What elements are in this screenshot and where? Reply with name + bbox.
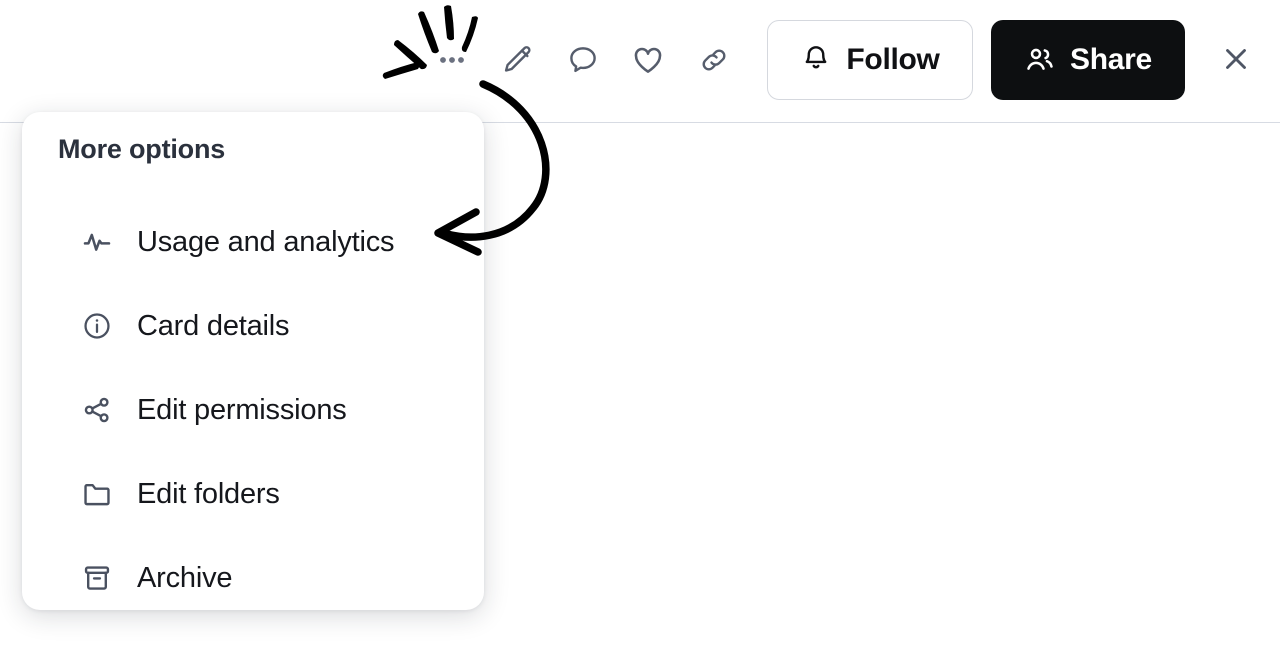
close-button[interactable] — [1213, 37, 1259, 83]
people-icon — [1024, 43, 1056, 78]
edit-icon — [501, 43, 535, 77]
share-button-label: Share — [1070, 43, 1152, 76]
follow-button[interactable]: Follow — [767, 20, 973, 100]
like-icon — [631, 43, 665, 77]
menu-item-label: Card details — [137, 309, 290, 342]
comment-button[interactable] — [560, 37, 606, 83]
more-options-button[interactable] — [429, 37, 475, 83]
menu-item-list: Usage and analytics Card details Edit pe… — [22, 200, 484, 610]
archive-box-icon — [80, 561, 114, 595]
top-toolbar: Follow Share — [0, 0, 1280, 123]
menu-item-archive[interactable]: Archive — [22, 536, 484, 610]
like-button[interactable] — [625, 37, 671, 83]
copy-link-button[interactable] — [691, 37, 737, 83]
edit-button[interactable] — [495, 37, 541, 83]
activity-pulse-icon — [80, 225, 114, 259]
more-options-menu: More options Usage and analytics Card de… — [22, 112, 484, 610]
bell-icon — [800, 43, 832, 78]
share-button[interactable]: Share — [991, 20, 1185, 100]
menu-item-edit-folders[interactable]: Edit folders — [22, 452, 484, 536]
screen: Follow Share More options Usage and anal… — [0, 0, 1280, 650]
info-circle-icon — [80, 309, 114, 343]
link-icon — [697, 43, 731, 77]
follow-button-label: Follow — [846, 43, 940, 76]
menu-item-label: Edit folders — [137, 477, 280, 510]
close-icon — [1219, 42, 1253, 79]
folder-icon — [80, 477, 114, 511]
menu-item-usage-and-analytics[interactable]: Usage and analytics — [22, 200, 484, 284]
menu-item-card-details[interactable]: Card details — [22, 284, 484, 368]
menu-item-edit-permissions[interactable]: Edit permissions — [22, 368, 484, 452]
menu-item-label: Archive — [137, 561, 233, 594]
more-options-icon — [435, 43, 469, 77]
share-nodes-icon — [80, 393, 114, 427]
comment-icon — [566, 43, 600, 77]
menu-item-label: Edit permissions — [137, 393, 347, 426]
menu-title: More options — [58, 134, 226, 164]
menu-item-label: Usage and analytics — [137, 225, 395, 258]
